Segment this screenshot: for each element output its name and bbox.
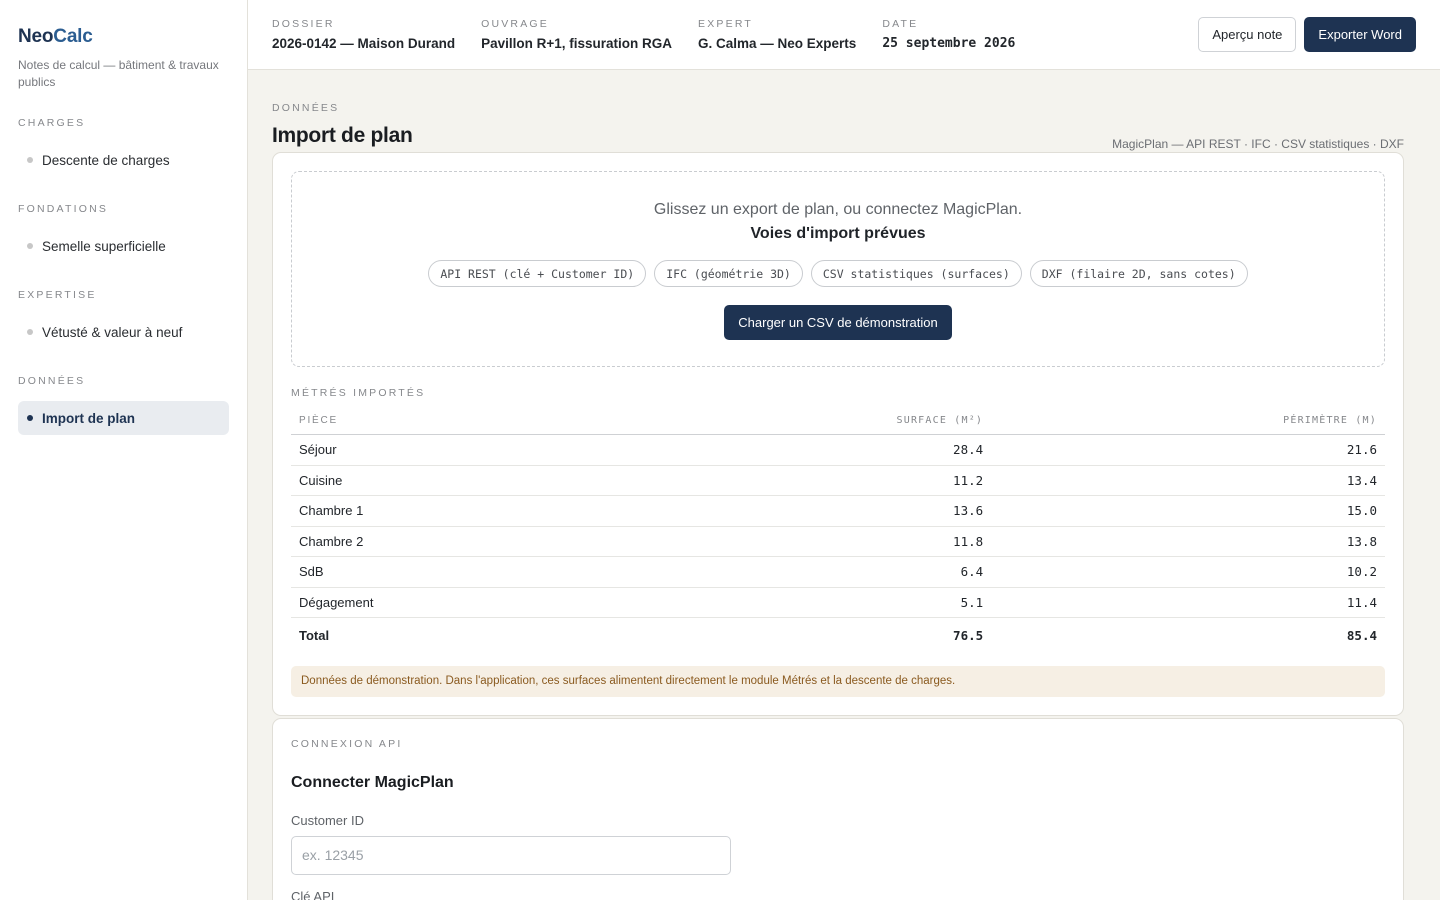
section-kicker: DONNÉES bbox=[272, 102, 340, 114]
sidebar-item-vetuste[interactable]: Vétusté & valeur à neuf bbox=[18, 315, 229, 349]
cell-total-perimetre: 85.4 bbox=[991, 617, 1385, 654]
import-card: Glissez un export de plan, ou connectez … bbox=[272, 152, 1404, 716]
sidebar: NeoCalc Notes de calcul — bâtiment & tra… bbox=[0, 0, 248, 900]
chip-csv[interactable]: CSV statistiques (surfaces) bbox=[810, 260, 1022, 287]
table-total-row: Total 76.5 85.4 bbox=[291, 617, 1385, 654]
cell-piece: Chambre 1 bbox=[291, 495, 784, 527]
app-subtitle: Notes de calcul — bâtiment & travaux pub… bbox=[18, 58, 219, 89]
cell-perimetre: 13.8 bbox=[991, 526, 1385, 557]
cell-perimetre: 10.2 bbox=[991, 556, 1385, 588]
chip-ifc[interactable]: IFC (géométrie 3D) bbox=[654, 260, 803, 287]
page-title: Import de plan bbox=[272, 124, 413, 147]
cell-piece: Chambre 2 bbox=[291, 526, 784, 557]
meta-label: DOSSIER bbox=[272, 18, 335, 30]
meta-ouvrage: OUVRAGE Pavillon R+1, fissuration RGA bbox=[481, 18, 672, 51]
sidebar-item-label: Vétusté & valeur à neuf bbox=[42, 324, 183, 340]
metres-table: PIÈCE SURFACE (M²) PÉRIMÈTRE (M) Séjour … bbox=[291, 415, 1385, 654]
nav-group-title: FONDATIONS bbox=[18, 203, 109, 215]
column-header-surface: SURFACE (M²) bbox=[783, 415, 992, 435]
bullet-icon bbox=[27, 329, 33, 335]
meta-label: EXPERT bbox=[698, 18, 754, 30]
cell-surface: 5.1 bbox=[783, 587, 992, 618]
nav-group-title: DONNÉES bbox=[18, 375, 86, 387]
table-row: Chambre 1 13.6 15.0 bbox=[291, 495, 1385, 527]
cell-surface: 28.4 bbox=[783, 434, 992, 466]
customer-id-label: Customer ID bbox=[291, 812, 364, 828]
meta-value: Pavillon R+1, fissuration RGA bbox=[481, 36, 672, 51]
sidebar-item-descente-de-charges[interactable]: Descente de charges bbox=[18, 143, 229, 177]
import-sources: MagicPlan — API REST · IFC · CSV statist… bbox=[1112, 137, 1404, 151]
bullet-icon bbox=[27, 415, 33, 421]
chip-api-rest[interactable]: API REST (clé + Customer ID) bbox=[428, 260, 647, 287]
metres-kicker: MÉTRÉS IMPORTÉS bbox=[291, 387, 426, 399]
nav-group-fondations: FONDATIONS Semelle superficielle bbox=[18, 203, 229, 263]
cell-total-label: Total bbox=[291, 617, 784, 654]
meta-label: OUVRAGE bbox=[481, 18, 549, 30]
cell-surface: 11.2 bbox=[783, 465, 992, 496]
column-header-piece: PIÈCE bbox=[291, 415, 784, 435]
cell-piece: Cuisine bbox=[291, 465, 784, 496]
meta-date: DATE 25 septembre 2026 bbox=[882, 18, 1015, 51]
meta-expert: EXPERT G. Calma — Neo Experts bbox=[698, 18, 856, 51]
dropzone-heading: Voies d'import prévues bbox=[750, 225, 926, 242]
title-row: Import de plan MagicPlan — API REST · IF… bbox=[272, 124, 1404, 151]
api-key-label: Clé API bbox=[291, 888, 335, 900]
bullet-icon bbox=[27, 157, 33, 163]
column-header-perimetre: PÉRIMÈTRE (M) bbox=[991, 415, 1385, 435]
cell-piece: Séjour bbox=[291, 434, 784, 466]
api-card-title: Connecter MagicPlan bbox=[291, 773, 454, 791]
cell-perimetre: 15.0 bbox=[991, 495, 1385, 527]
load-demo-csv-button[interactable]: Charger un CSV de démonstration bbox=[724, 305, 952, 340]
table-row: Séjour 28.4 21.6 bbox=[291, 434, 1385, 466]
header-actions: Aperçu note Exporter Word bbox=[1198, 17, 1416, 52]
sidebar-item-semelle-superficielle[interactable]: Semelle superficielle bbox=[18, 229, 229, 263]
nav-group-title: CHARGES bbox=[18, 117, 86, 129]
cell-total-surface: 76.5 bbox=[783, 617, 992, 654]
export-word-button[interactable]: Exporter Word bbox=[1304, 17, 1416, 52]
dropzone-instruction: Glissez un export de plan, ou connectez … bbox=[653, 201, 1023, 218]
nav-group-donnees: DONNÉES Import de plan bbox=[18, 375, 229, 435]
cell-perimetre: 11.4 bbox=[991, 587, 1385, 618]
brand-name-part2: Calc bbox=[53, 26, 93, 47]
file-dropzone[interactable]: Glissez un export de plan, ou connectez … bbox=[291, 171, 1385, 367]
cell-perimetre: 21.6 bbox=[991, 434, 1385, 466]
meta-value: 25 septembre 2026 bbox=[882, 36, 1016, 51]
demo-data-notice: Données de démonstration. Dans l'applica… bbox=[291, 665, 1385, 697]
cell-piece: Dégagement bbox=[291, 587, 784, 618]
metres-table-body: Séjour 28.4 21.6 Cuisine 11.2 13.4 Chamb… bbox=[291, 434, 1385, 654]
cell-perimetre: 13.4 bbox=[991, 465, 1385, 496]
main-content: DONNÉES Import de plan MagicPlan — API R… bbox=[272, 70, 1404, 900]
sidebar-item-label: Semelle superficielle bbox=[42, 238, 166, 254]
meta-value: 2026-0142 — Maison Durand bbox=[272, 36, 456, 51]
cell-surface: 6.4 bbox=[783, 556, 992, 588]
table-row: Dégagement 5.1 11.4 bbox=[291, 587, 1385, 618]
nav-group-expertise: EXPERTISE Vétusté & valeur à neuf bbox=[18, 289, 229, 349]
table-header-row: PIÈCE SURFACE (M²) PÉRIMÈTRE (M) bbox=[291, 415, 1385, 435]
customer-id-input[interactable] bbox=[291, 835, 731, 875]
brand-name-part1: Neo bbox=[18, 26, 54, 47]
api-connection-card: CONNEXION API Connecter MagicPlan Custom… bbox=[272, 717, 1404, 900]
meta-label: DATE bbox=[882, 18, 919, 30]
sidebar-item-import-de-plan[interactable]: Import de plan bbox=[18, 401, 229, 435]
cell-surface: 13.6 bbox=[783, 495, 992, 527]
chip-dxf[interactable]: DXF (filaire 2D, sans cotes) bbox=[1029, 260, 1248, 287]
import-method-chips: API REST (clé + Customer ID) IFC (géomét… bbox=[292, 260, 1384, 287]
nav-group-title: EXPERTISE bbox=[18, 289, 97, 301]
nav-group-charges: CHARGES Descente de charges bbox=[18, 117, 229, 177]
meta-dossier: DOSSIER 2026-0142 — Maison Durand bbox=[272, 18, 455, 51]
sidebar-item-label: Descente de charges bbox=[42, 152, 170, 168]
table-row: Cuisine 11.2 13.4 bbox=[291, 465, 1385, 496]
table-row: SdB 6.4 10.2 bbox=[291, 556, 1385, 588]
cell-surface: 11.8 bbox=[783, 526, 992, 557]
preview-note-button[interactable]: Aperçu note bbox=[1198, 17, 1297, 52]
cell-piece: SdB bbox=[291, 556, 784, 588]
bullet-icon bbox=[27, 243, 33, 249]
app-logo[interactable]: NeoCalc bbox=[18, 26, 229, 48]
api-kicker: CONNEXION API bbox=[291, 737, 403, 750]
table-row: Chambre 2 11.8 13.8 bbox=[291, 526, 1385, 557]
meta-value: G. Calma — Neo Experts bbox=[698, 36, 857, 51]
top-header: DOSSIER 2026-0142 — Maison Durand OUVRAG… bbox=[248, 0, 1440, 70]
sidebar-item-label: Import de plan bbox=[42, 410, 136, 426]
